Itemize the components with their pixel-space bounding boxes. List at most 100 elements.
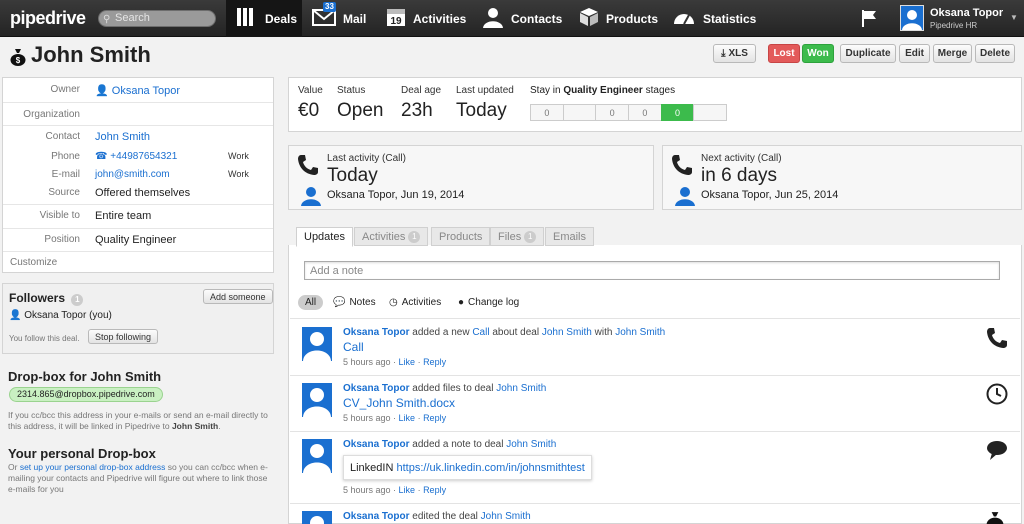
person-icon: 👤 — [9, 310, 22, 321]
divider — [3, 102, 273, 103]
followers-panel: Followers 1 Add someone 👤 Oksana Topor (… — [2, 283, 274, 354]
dropbox-description: If you cc/bcc this address in your e-mai… — [8, 410, 268, 431]
email-label: E-mail — [51, 169, 80, 180]
speech-bubble-icon — [986, 439, 1008, 461]
feed-item-text: Oksana Topor added a new Call about deal… — [343, 327, 666, 338]
filter-activities[interactable]: ◷ Activities — [389, 295, 441, 310]
mail-count-badge: 33 — [323, 2, 336, 12]
organization-label: Organization — [23, 109, 80, 120]
personal-dropbox-title: Your personal Drop-box — [8, 446, 156, 461]
tab-emails[interactable]: Emails — [545, 227, 595, 246]
chevron-down-icon: ▼ — [1010, 13, 1018, 22]
deal-stats-panel: Value €0 Status Open Deal age 23h Last upda… — [288, 77, 1022, 132]
pipeline-stage[interactable]: 0 — [595, 104, 629, 121]
phone-link[interactable]: ☎ +44987654321 — [95, 151, 177, 162]
feed-item: Oksana Topor added files to deal John Sm… — [290, 383, 1020, 428]
last-activity-label: Last activity (Call) — [327, 153, 406, 164]
pipeline-stage[interactable]: 0 — [660, 104, 695, 121]
svg-text:$: $ — [16, 56, 21, 65]
deal-age-stat: Deal age 23h — [401, 85, 442, 121]
search-placeholder: Search — [115, 12, 150, 24]
pipeline-stage[interactable]: 0 — [530, 104, 564, 121]
search-input[interactable]: ⚲ Search — [98, 10, 216, 27]
dropbox-address[interactable]: 2314.865@dropbox.pipedrive.com — [9, 387, 163, 402]
filter-change-log[interactable]: ● Change log — [458, 295, 519, 310]
nav-activities-label: Activities — [413, 11, 467, 26]
tab-files[interactable]: Files 1 — [490, 227, 545, 246]
feed-item: Oksana Topor edited the deal John Smith — [290, 511, 1020, 524]
contact-link[interactable]: John Smith — [95, 131, 150, 143]
dropbox-section: Drop-box for John Smith 2314.865@dropbox… — [2, 362, 274, 524]
nav-statistics[interactable]: Statistics — [672, 0, 756, 37]
last-activity-when: Today — [327, 165, 378, 186]
clock-icon: ◷ — [389, 297, 398, 308]
last-activity-box[interactable]: Last activity (Call) Today Oksana Topor,… — [288, 145, 654, 210]
owner-label: Owner — [50, 84, 80, 95]
lost-button[interactable]: Lost — [768, 44, 800, 63]
pipeline-stage[interactable]: 0 — [628, 104, 662, 121]
nav-mail[interactable]: 33 Mail — [312, 0, 366, 37]
merge-button[interactable]: Merge — [933, 44, 972, 63]
person-icon: 👤 — [95, 85, 109, 97]
nav-products[interactable]: Products — [579, 0, 658, 37]
won-button[interactable]: Won — [802, 44, 834, 63]
mail-icon: 33 — [312, 2, 336, 29]
nav-contacts[interactable]: Contacts — [482, 0, 562, 37]
tab-activities[interactable]: Activities 1 — [354, 227, 429, 246]
divider — [3, 125, 273, 126]
phone-icon — [986, 327, 1008, 349]
position-label: Position — [44, 234, 80, 245]
feed-item-text: Oksana Topor added a note to deal John S… — [343, 439, 557, 450]
export-xls-button[interactable]: ⤓ XLS — [713, 44, 756, 63]
last-activity-owner: Oksana Topor, Jun 19, 2014 — [327, 189, 465, 201]
organization-row: Organization — [3, 109, 273, 131]
source-value: Offered themselves — [95, 187, 191, 199]
avatar[interactable] — [302, 327, 332, 361]
customize-link[interactable]: Customize — [10, 257, 57, 268]
pipeline-stage[interactable] — [693, 104, 727, 121]
source-label: Source — [48, 187, 80, 198]
stop-following-button[interactable]: Stop following — [88, 329, 159, 344]
add-someone-button[interactable]: Add someone — [203, 289, 273, 304]
setup-dropbox-link[interactable]: set up your personal drop-box address — [20, 462, 166, 472]
filter-notes[interactable]: 💬 Notes — [333, 295, 376, 310]
delete-button[interactable]: Delete — [975, 44, 1015, 63]
page-title: $ John Smith — [10, 42, 151, 68]
owner-link[interactable]: 👤 Oksana Topor — [95, 84, 180, 97]
nav-activities[interactable]: 19 Activities — [386, 0, 466, 37]
phone-type: Work — [228, 151, 249, 161]
pipeline-stage[interactable] — [562, 104, 597, 121]
flag-icon[interactable] — [860, 9, 878, 27]
tab-updates[interactable]: Updates — [296, 227, 353, 247]
user-company: Pipedrive HR — [930, 21, 978, 30]
nav-deals-label: Deals — [265, 11, 298, 26]
download-icon: ⤓ — [721, 48, 726, 59]
feed-item-meta: 5 hours ago · Like · Reply — [343, 413, 447, 423]
value-stat: Value €0 — [298, 85, 323, 121]
speech-bubble-icon: 💬 — [333, 297, 346, 308]
duplicate-button[interactable]: Duplicate — [840, 44, 896, 63]
filter-all[interactable]: All — [298, 295, 324, 310]
visible-to-value[interactable]: Entire team — [95, 210, 151, 222]
avatar[interactable] — [302, 511, 332, 524]
followers-title: Followers 1 — [9, 291, 84, 306]
pipedrive-logo[interactable]: pipedrive — [10, 8, 86, 29]
feed-item-object[interactable]: Call — [343, 340, 364, 354]
user-name: Oksana Topor — [930, 7, 1004, 19]
email-link[interactable]: john@smith.com — [95, 169, 170, 180]
contact-label: Contact — [45, 131, 80, 142]
feed-item-object[interactable]: CV_John Smith.docx — [343, 396, 455, 410]
note-content: LinkedIN https://uk.linkedin.com/in/john… — [343, 455, 592, 480]
user-avatar — [900, 5, 924, 31]
nav-deals[interactable]: Deals — [226, 0, 302, 37]
add-note-input[interactable]: Add a note — [304, 261, 1000, 280]
deals-icon — [236, 7, 258, 30]
next-activity-box[interactable]: Next activity (Call) in 6 days Oksana To… — [662, 145, 1022, 210]
status-stat: Status Open — [337, 85, 384, 121]
avatar[interactable] — [302, 439, 332, 473]
edit-button[interactable]: Edit — [899, 44, 930, 63]
tab-products[interactable]: Products — [431, 227, 491, 246]
avatar[interactable] — [302, 383, 332, 417]
phone-label: Phone — [51, 151, 80, 162]
deal-title: John Smith — [31, 42, 151, 67]
